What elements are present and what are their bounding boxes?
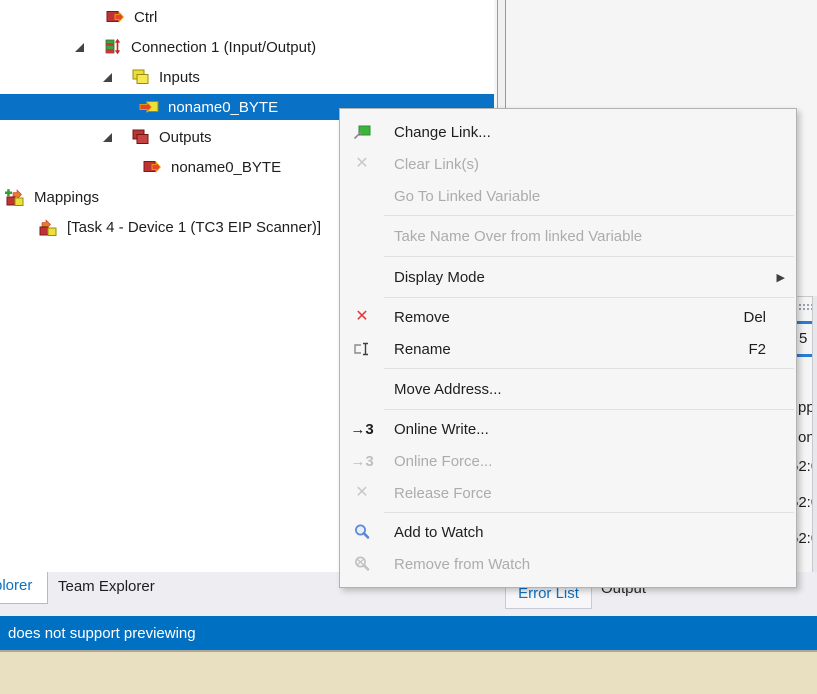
tree-item-inputs[interactable]: Inputs (0, 62, 494, 92)
menu-item-label: Add to Watch (394, 524, 484, 541)
menu-separator (384, 368, 794, 369)
submenu-arrow-icon: ▶ (777, 271, 785, 284)
menu-separator (384, 512, 794, 513)
menu-item-label: Move Address... (394, 381, 502, 398)
menu-item-label: Rename (394, 341, 451, 358)
inputs-folder-icon (129, 68, 151, 86)
menu-item-rename[interactable]: Rename F2 (340, 333, 796, 365)
output-variable-icon (141, 158, 163, 176)
menu-item-label: Remove (394, 309, 450, 326)
shortcut-label: F2 (748, 341, 766, 358)
tree-item-ctrl[interactable]: Ctrl (0, 2, 494, 32)
menu-item-online-force: →3 Online Force... (340, 445, 796, 477)
tree-item-label: Mappings (34, 189, 99, 206)
menu-item-release-force: ✕ Release Force (340, 477, 796, 509)
menu-item-label: Display Mode (394, 269, 485, 286)
mappings-icon (4, 188, 26, 206)
menu-separator (384, 256, 794, 257)
menu-item-label: Remove from Watch (394, 556, 530, 573)
menu-item-go-to-linked-variable: Go To Linked Variable (340, 180, 796, 212)
tree-item-label: noname0_BYTE (168, 99, 278, 116)
menu-separator (384, 297, 794, 298)
menu-item-display-mode[interactable]: Display Mode ▶ (340, 260, 796, 294)
tree-item-label: Ctrl (134, 9, 157, 26)
rename-icon (351, 340, 373, 358)
magnifier-icon (351, 523, 373, 541)
tab-label: plorer (0, 577, 32, 594)
tree-item-connection-1[interactable]: Connection 1 (Input/Output) (0, 32, 494, 62)
menu-item-move-address[interactable]: Move Address... (340, 372, 796, 406)
menu-item-take-name-over: Take Name Over from linked Variable (340, 219, 796, 253)
tree-item-label: [Task 4 - Device 1 (TC3 EIP Scanner)] (67, 219, 321, 236)
expander-icon[interactable] (103, 133, 112, 142)
tab-team-explorer[interactable]: Team Explorer (58, 578, 155, 595)
menu-item-label: Take Name Over from linked Variable (394, 228, 642, 245)
outputs-folder-icon (129, 128, 151, 146)
menu-item-add-to-watch[interactable]: Add to Watch (340, 516, 796, 548)
tree-item-label: Outputs (159, 129, 212, 146)
change-link-icon (351, 123, 373, 141)
tab-solution-explorer[interactable]: plorer (0, 572, 48, 604)
menu-item-label: Online Write... (394, 421, 489, 438)
remove-x-icon: ✕ (351, 309, 373, 325)
online-write-icon: →3 (351, 421, 373, 438)
input-variable-icon (138, 98, 160, 116)
desktop-background (0, 650, 817, 694)
menu-item-clear-link: ✕ Clear Link(s) (340, 148, 796, 180)
menu-item-label: Release Force (394, 485, 492, 502)
tab-label: Team Explorer (58, 578, 155, 595)
tree-item-label: noname0_BYTE (171, 159, 281, 176)
menu-item-label: Go To Linked Variable (394, 188, 540, 205)
preview-notification-bar: does not support previewing (0, 616, 817, 650)
menu-item-remove[interactable]: ✕ Remove Del (340, 301, 796, 333)
release-force-icon: ✕ (351, 485, 373, 501)
output-variable-icon (104, 8, 126, 26)
menu-item-label: Online Force... (394, 453, 492, 470)
menu-item-online-write[interactable]: →3 Online Write... (340, 413, 796, 445)
magnifier-crossed-icon (351, 555, 373, 573)
tree-item-label: Connection 1 (Input/Output) (131, 39, 316, 56)
online-force-icon: →3 (351, 453, 373, 470)
expander-icon[interactable] (103, 73, 112, 82)
menu-separator (384, 409, 794, 410)
shortcut-label: Del (743, 309, 766, 326)
status-message: does not support previewing (8, 625, 196, 642)
menu-item-label: Clear Link(s) (394, 156, 479, 173)
expander-icon[interactable] (75, 43, 84, 52)
screenshot-root: Ctrl Connection 1 (Input/Output) (0, 0, 817, 694)
tree-item-label: Inputs (159, 69, 200, 86)
clear-link-icon: ✕ (351, 156, 373, 172)
context-menu: Change Link... ✕ Clear Link(s) Go To Lin… (339, 108, 797, 588)
panel-right-margin (813, 296, 817, 572)
menu-separator (384, 215, 794, 216)
mapping-icon (37, 218, 59, 236)
connection-icon (101, 38, 123, 56)
menu-item-change-link[interactable]: Change Link... (340, 116, 796, 148)
menu-item-label: Change Link... (394, 124, 491, 141)
menu-item-remove-from-watch: Remove from Watch (340, 548, 796, 580)
